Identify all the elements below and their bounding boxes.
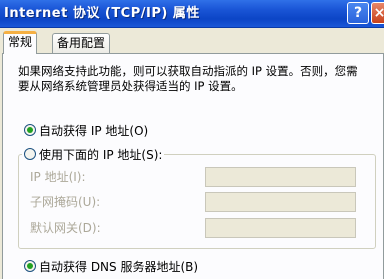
manual-ip-label: 使用下面的 IP 地址(S): <box>39 147 163 162</box>
title-bar: Internet 协议 (TCP/IP) 属性 ? × <box>0 0 384 28</box>
auto-ip-radio[interactable] <box>24 124 36 136</box>
manual-ip-radio[interactable] <box>24 148 36 160</box>
description-text: 如果网络支持此功能，则可以获取自动指派的 IP 设置。否则，您需要从网络系统管理… <box>18 64 358 93</box>
window-title: Internet 协议 (TCP/IP) 属性 <box>4 6 200 21</box>
auto-ip-option[interactable]: 自动获得 IP 地址(O) <box>24 122 148 138</box>
auto-dns-radio[interactable] <box>24 260 36 272</box>
manual-ip-option[interactable]: 使用下面的 IP 地址(S): <box>22 146 165 162</box>
tab-general[interactable]: 常规 <box>3 31 38 54</box>
help-icon: ? <box>353 5 363 21</box>
gateway-label: 默认网关(D): <box>30 221 101 235</box>
auto-ip-label: 自动获得 IP 地址(O) <box>39 123 149 138</box>
subnet-mask-label: 子网掩码(U): <box>30 195 101 209</box>
ip-address-input[interactable] <box>205 167 356 187</box>
tab-alternate-config[interactable]: 备用配置 <box>52 33 111 53</box>
gateway-input[interactable] <box>205 218 356 238</box>
close-button[interactable]: × <box>371 2 384 24</box>
subnet-mask-input[interactable] <box>205 192 356 212</box>
radio-selected-dot <box>27 263 33 269</box>
help-button[interactable]: ? <box>347 2 369 24</box>
radio-selected-dot <box>27 127 33 133</box>
auto-dns-option[interactable]: 自动获得 DNS 服务器地址(B) <box>24 258 198 274</box>
ip-address-label: IP 地址(I): <box>30 170 86 184</box>
auto-dns-label: 自动获得 DNS 服务器地址(B) <box>39 259 199 274</box>
close-icon: × <box>373 5 384 21</box>
